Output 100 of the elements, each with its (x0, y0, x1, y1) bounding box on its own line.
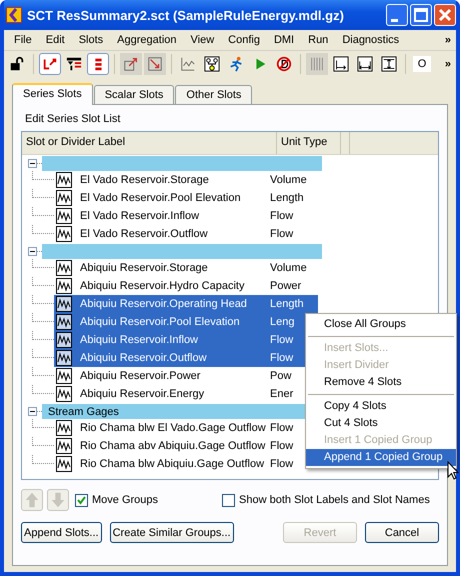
slot-row[interactable]: Abiquiu Reservoir.Storage Volume (54, 259, 318, 277)
menu-item[interactable]: Run (301, 34, 336, 46)
dialog-button[interactable]: Create Similar Groups... (110, 522, 234, 543)
chart-icon (56, 208, 72, 224)
slot-name: Abiquiu Reservoir.Power (79, 370, 202, 382)
context-menu-item[interactable]: Append 1 Copied Group (306, 449, 456, 466)
divider-label: Stream Gages (48, 406, 119, 418)
checkbox-label[interactable]: Move Groups (92, 494, 158, 506)
import-icon (147, 56, 163, 72)
fit-all-icon (381, 56, 397, 72)
chart-icon (56, 190, 72, 206)
unit-type: Volume (270, 262, 307, 274)
chart-icon (56, 438, 72, 454)
slot-name: El Vado Reservoir.Outflow (79, 228, 209, 240)
menu-item[interactable]: Diagnostics (335, 34, 406, 46)
more-menu-button[interactable]: » (444, 34, 456, 46)
slot-name: Rio Chama blw Abiquiu.Gage Outflow (79, 458, 266, 470)
slot-name: El Vado Reservoir.Inflow (79, 210, 200, 222)
menu-item[interactable]: DMI (266, 34, 302, 46)
chart-icon (56, 296, 72, 312)
unit-type: Flow (270, 352, 294, 364)
chart-icon (56, 260, 72, 276)
slot-name: El Vado Reservoir.Storage (79, 174, 210, 186)
tab[interactable]: Scalar Slots (94, 85, 174, 104)
slot-row[interactable]: El Vado Reservoir.Inflow Flow (54, 207, 318, 225)
slot-row[interactable]: El Vado Reservoir.Pool Elevation Length (54, 189, 318, 207)
unit-type: Flow (270, 228, 294, 240)
unit-type: Length (270, 298, 304, 310)
slot-row[interactable]: El Vado Reservoir.Storage Volume (54, 171, 318, 189)
down-arrow-icon (49, 491, 67, 509)
maximize-button[interactable] (410, 4, 432, 26)
export-icon (123, 56, 139, 72)
slot-name: Rio Chama blw El Vado.Gage Outflow (79, 422, 267, 434)
slot-name: Abiquiu Reservoir.Energy (79, 388, 206, 400)
plot-icon (180, 56, 196, 72)
chart-icon (56, 386, 72, 402)
checkbox[interactable] (75, 494, 88, 506)
section-label: Edit Series Slot List (25, 113, 122, 125)
runner-icon (228, 56, 244, 72)
menu-item[interactable]: Edit (38, 34, 72, 46)
unit-type: Length (270, 192, 304, 204)
unit-type: Flow (270, 210, 294, 222)
arrows-icon (42, 56, 58, 72)
unit-type: Volume (270, 174, 307, 186)
fit-width-icon (333, 56, 349, 72)
window-title: SCT ResSummary2.sct (SampleRuleEnergy.mdl.gz) (27, 8, 345, 22)
slot-name: Abiquiu Reservoir.Outflow (79, 352, 208, 364)
chart-icon (56, 350, 72, 366)
collapse-toggle[interactable] (28, 247, 37, 256)
unit-type: Flow (270, 440, 294, 452)
unit-type: Flow (270, 458, 294, 470)
slot-row[interactable]: Abiquiu Reservoir.Operating Head Length (54, 295, 318, 313)
slot-name: Abiquiu Reservoir.Hydro Capacity (79, 280, 246, 292)
minimize-icon (391, 18, 398, 22)
chart-icon (56, 332, 72, 348)
unit-type: Ener (270, 388, 294, 400)
slot-name: Abiquiu Reservoir.Pool Elevation (79, 316, 241, 328)
slot-row[interactable]: Abiquiu Reservoir.Hydro Capacity Power (54, 277, 318, 295)
lock-icon (9, 56, 25, 72)
tab[interactable]: Series Slots (12, 83, 93, 105)
unit-type: Flow (270, 422, 294, 434)
chart-icon (56, 278, 72, 294)
network-icon (204, 56, 220, 72)
collapse-toggle[interactable] (28, 159, 37, 168)
slot-name: Abiquiu Reservoir.Operating Head (79, 298, 248, 310)
minimize-button[interactable] (386, 4, 408, 26)
checkbox-label[interactable]: Show both Slot Labels and Slot Names (239, 494, 430, 506)
up-arrow-icon (23, 491, 41, 509)
more-tools-button[interactable]: » (444, 58, 456, 70)
toolbar-button[interactable]: O (411, 53, 433, 75)
menu-item[interactable]: File (7, 34, 39, 46)
chart-icon (56, 172, 72, 188)
menu-item[interactable]: Aggregation (110, 34, 184, 46)
dialog-button[interactable]: Cancel (365, 522, 439, 543)
menu-item[interactable]: View (184, 34, 222, 46)
dialog-button[interactable]: Append Slots... (21, 522, 102, 543)
unit-type: Power (270, 280, 302, 292)
chart-icon (56, 420, 72, 436)
unit-type: Pow (270, 370, 292, 382)
close-button[interactable] (434, 4, 456, 26)
checkbox[interactable] (222, 494, 236, 506)
chart-icon (56, 314, 72, 330)
fit-width-icon (357, 56, 373, 72)
menu-item[interactable]: Slots (72, 34, 110, 46)
collapse-toggle[interactable] (28, 407, 37, 416)
chart-icon (56, 456, 72, 472)
slot-name: El Vado Reservoir.Pool Elevation (79, 192, 242, 204)
slot-name: Abiquiu Reservoir.Storage (79, 262, 209, 274)
chart-icon (56, 368, 72, 384)
unit-type: Leng (270, 316, 294, 328)
tab[interactable]: Other Slots (175, 85, 252, 104)
menu-item[interactable]: Config (221, 34, 267, 46)
slot-row[interactable]: El Vado Reservoir.Outflow Flow (54, 225, 318, 243)
slot-name: Abiquiu Reservoir.Inflow (79, 334, 200, 346)
column-header[interactable]: Unit Type (277, 132, 341, 154)
chart-icon (56, 226, 72, 242)
column-header[interactable]: Slot or Divider Label (22, 132, 277, 154)
filter-icon (66, 56, 82, 72)
maximize-icon (411, 5, 431, 25)
app-icon (6, 7, 22, 23)
